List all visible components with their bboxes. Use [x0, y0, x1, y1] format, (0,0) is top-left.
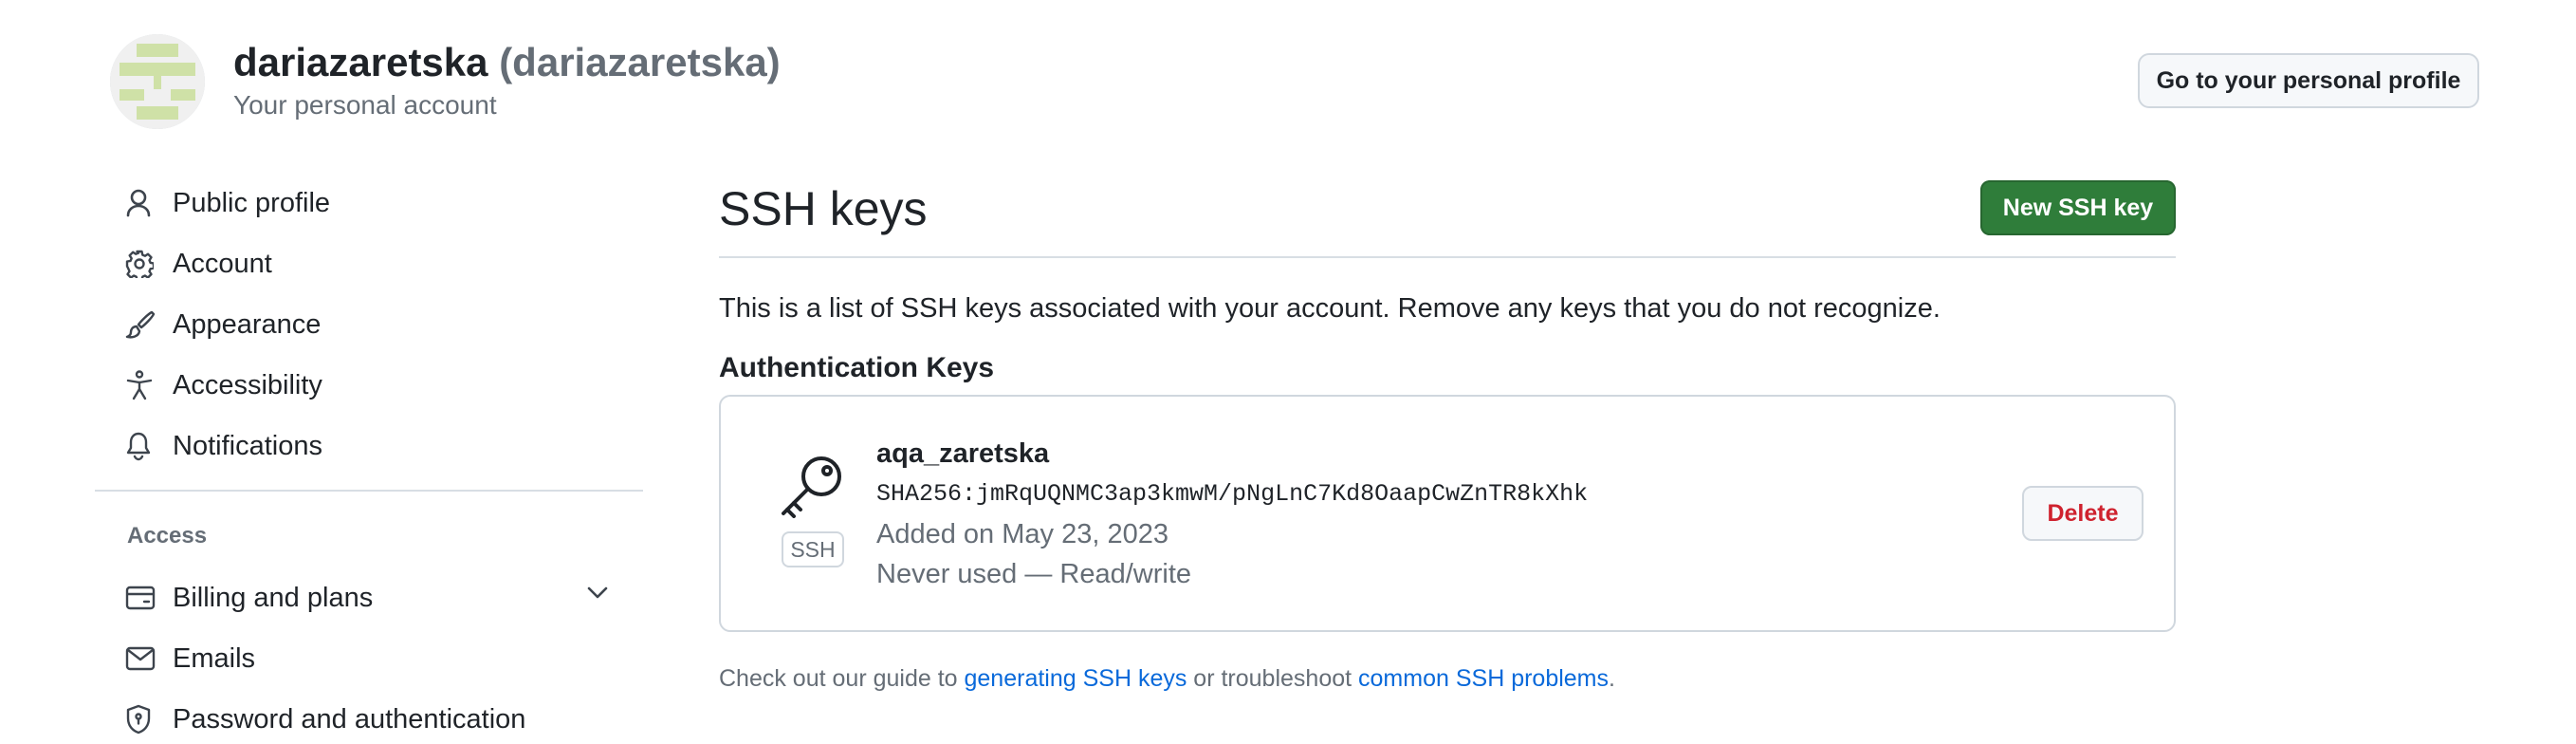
ssh-key-fingerprint: SHA256:jmRqUQNMC3ap3kmwM/pNgLnC7Kd8OaapC…: [876, 480, 1589, 508]
common-ssh-problems-link[interactable]: common SSH problems: [1358, 665, 1609, 692]
avatar[interactable]: [110, 34, 205, 129]
ssh-key-list-item: [719, 395, 2176, 632]
person-icon: [95, 186, 173, 220]
ssh-key-added-date: Added on May 23, 2023: [876, 519, 1168, 549]
credit-card-icon: [95, 581, 173, 615]
personal-profile-button[interactable]: Go to your personal profile: [2138, 53, 2479, 108]
ssh-key-usage: Never used — Read/write: [876, 559, 1192, 589]
sidebar-item-billing[interactable]: Billing and plans: [95, 569, 641, 626]
sidebar-item-accessibility[interactable]: Accessibility: [95, 357, 641, 414]
identicon-image: [110, 34, 205, 129]
key-icon: [778, 454, 846, 523]
guide-prefix: Check out our guide to: [719, 665, 965, 692]
account-login: (dariazaretska): [499, 40, 781, 84]
sidebar-item-label: Password and authentication: [173, 703, 526, 735]
sidebar-item-public-profile[interactable]: Public profile: [95, 175, 641, 232]
account-subtitle: Your personal account: [233, 90, 497, 120]
section-heading: Authentication Keys: [719, 352, 995, 383]
sidebar-item-label: Account: [173, 248, 272, 279]
gear-icon: [95, 247, 173, 281]
sidebar-item-appearance[interactable]: Appearance: [95, 296, 641, 353]
sidebar-item-account[interactable]: Account: [95, 235, 641, 292]
sidebar-item-label: Accessibility: [173, 369, 322, 400]
guide-suffix: .: [1609, 665, 1615, 692]
sidebar-item-password-authentication[interactable]: Password and authentication: [95, 691, 641, 744]
page-title: SSH keys: [719, 182, 928, 235]
bell-icon: [95, 429, 173, 463]
sidebar-item-label: Appearance: [173, 308, 322, 340]
shield-lock-icon: [95, 702, 173, 736]
sidebar-item-label: Billing and plans: [173, 582, 374, 613]
paintbrush-icon: [95, 307, 173, 342]
sidebar-item-label: Public profile: [173, 187, 331, 218]
guide-text: Check out our guide to generating SSH ke…: [719, 662, 1615, 695]
chevron-down-icon[interactable]: [586, 585, 609, 604]
guide-middle: or troubleshoot: [1187, 665, 1359, 692]
intro-text: This is a list of SSH keys associated wi…: [719, 293, 1941, 324]
new-ssh-key-button[interactable]: New SSH key: [1980, 180, 2176, 235]
sidebar-section-heading: Access: [127, 523, 208, 549]
account-name: dariazaretska (dariazaretska): [233, 36, 781, 89]
generating-ssh-keys-link[interactable]: generating SSH keys: [965, 665, 1187, 692]
mail-icon: [95, 642, 173, 676]
sidebar-item-emails[interactable]: Emails: [95, 630, 641, 687]
sidebar-item-label: Notifications: [173, 430, 322, 461]
sidebar-item-label: Emails: [173, 642, 256, 674]
title-divider: [719, 256, 2176, 258]
sidebar-item-notifications[interactable]: Notifications: [95, 418, 641, 474]
sidebar-divider: [95, 490, 643, 492]
account-display-name: dariazaretska: [233, 40, 488, 84]
accessibility-icon: [95, 368, 173, 402]
delete-key-button[interactable]: Delete: [2022, 486, 2144, 541]
ssh-key-title: aqa_zaretska: [876, 438, 1050, 469]
ssh-type-label: SSH: [782, 531, 844, 567]
